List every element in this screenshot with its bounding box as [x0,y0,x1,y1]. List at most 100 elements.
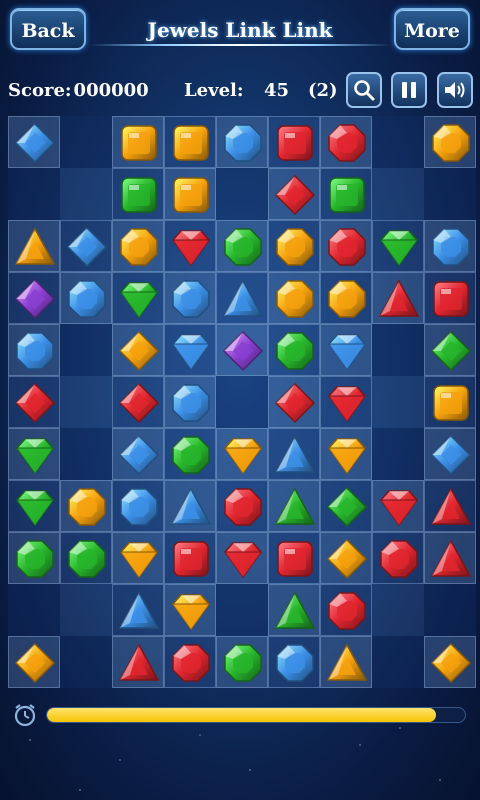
jewel-blue-octagon[interactable] [424,220,476,272]
jewel-orange-square[interactable] [164,116,216,168]
jewel-red-octagon[interactable] [320,220,372,272]
pause-button[interactable] [391,72,427,108]
jewel-green-octagon[interactable] [216,636,268,688]
jewel-red-gem[interactable] [164,220,216,272]
blue-octagon-icon [172,280,210,318]
jewel-blue-diamond[interactable] [8,116,60,168]
sound-icon [445,82,465,98]
jewel-red-octagon[interactable] [320,584,372,636]
jewel-green-diamond[interactable] [424,324,476,376]
green-triangle-icon [274,487,316,525]
jewel-green-triangle[interactable] [268,480,320,532]
jewel-orange-octagon[interactable] [320,272,372,324]
jewel-blue-diamond[interactable] [60,220,112,272]
red-octagon-icon [328,228,366,266]
jewel-orange-square[interactable] [112,116,164,168]
jewel-green-gem[interactable] [8,428,60,480]
jewel-purple-diamond[interactable] [216,324,268,376]
more-button[interactable]: More [394,8,470,50]
jewel-blue-triangle[interactable] [216,272,268,324]
jewel-green-gem[interactable] [112,272,164,324]
jewel-purple-diamond[interactable] [8,272,60,324]
jewel-green-triangle[interactable] [268,584,320,636]
jewel-orange-gem[interactable] [320,428,372,480]
jewel-orange-diamond[interactable] [112,324,164,376]
jewel-green-octagon[interactable] [216,220,268,272]
jewel-red-square[interactable] [164,532,216,584]
jewel-blue-gem[interactable] [164,324,216,376]
orange-triangle-icon [326,643,368,681]
jewel-red-gem[interactable] [216,532,268,584]
jewel-red-octagon[interactable] [372,532,424,584]
jewel-red-gem[interactable] [320,376,372,428]
jewel-orange-gem[interactable] [112,532,164,584]
orange-gem-icon [328,438,366,475]
jewel-green-octagon[interactable] [60,532,112,584]
title-underline [90,44,390,46]
jewel-red-square[interactable] [268,532,320,584]
jewel-orange-diamond[interactable] [320,532,372,584]
jewel-orange-octagon[interactable] [112,220,164,272]
jewel-orange-triangle[interactable] [8,220,60,272]
jewel-orange-octagon[interactable] [268,272,320,324]
jewel-orange-triangle[interactable] [320,636,372,688]
jewel-red-diamond[interactable] [112,376,164,428]
jewel-blue-gem[interactable] [320,324,372,376]
orange-square-icon [173,125,209,161]
jewel-blue-triangle[interactable] [112,584,164,636]
jewel-red-gem[interactable] [372,480,424,532]
jewel-red-triangle[interactable] [424,532,476,584]
blue-diamond-icon [14,122,56,164]
jewel-red-octagon[interactable] [164,636,216,688]
jewel-red-triangle[interactable] [424,480,476,532]
sound-button[interactable] [437,72,473,108]
jewel-orange-gem[interactable] [164,584,216,636]
blue-octagon-icon [276,644,314,682]
jewel-blue-triangle[interactable] [268,428,320,480]
jewel-red-square[interactable] [268,116,320,168]
jewel-blue-octagon[interactable] [8,324,60,376]
jewel-green-square[interactable] [112,168,164,220]
jewel-orange-diamond[interactable] [8,636,60,688]
jewel-green-octagon[interactable] [164,428,216,480]
green-gem-icon [16,490,54,527]
jewel-orange-square[interactable] [424,376,476,428]
jewel-orange-octagon[interactable] [268,220,320,272]
jewel-red-diamond[interactable] [268,168,320,220]
red-diamond-icon [14,382,56,424]
jewel-orange-diamond[interactable] [424,636,476,688]
jewel-red-square[interactable] [424,272,476,324]
jewel-blue-triangle[interactable] [164,480,216,532]
jewel-blue-octagon[interactable] [216,116,268,168]
jewel-blue-octagon[interactable] [164,272,216,324]
back-button[interactable]: Back [10,8,86,50]
jewel-red-octagon[interactable] [320,116,372,168]
jewel-blue-diamond[interactable] [112,428,164,480]
jewel-green-gem[interactable] [8,480,60,532]
jewel-orange-octagon[interactable] [60,480,112,532]
jewel-orange-gem[interactable] [216,428,268,480]
score-value: 000000 [73,80,149,101]
red-octagon-icon [172,644,210,682]
jewel-orange-square[interactable] [164,168,216,220]
jewel-red-triangle[interactable] [372,272,424,324]
blue-triangle-icon [222,279,264,317]
hint-search-button[interactable] [346,72,382,108]
jewel-green-diamond[interactable] [320,480,372,532]
jewel-blue-octagon[interactable] [60,272,112,324]
jewel-blue-octagon[interactable] [112,480,164,532]
pause-icon [402,82,416,98]
jewel-orange-octagon[interactable] [424,116,476,168]
jewel-blue-octagon[interactable] [268,636,320,688]
jewel-green-octagon[interactable] [8,532,60,584]
jewel-blue-octagon[interactable] [164,376,216,428]
jewel-green-octagon[interactable] [268,324,320,376]
jewel-green-square[interactable] [320,168,372,220]
jewel-red-triangle[interactable] [112,636,164,688]
jewel-red-octagon[interactable] [216,480,268,532]
jewel-red-diamond[interactable] [268,376,320,428]
jewel-green-gem[interactable] [372,220,424,272]
jewel-blue-diamond[interactable] [424,428,476,480]
jewel-red-diamond[interactable] [8,376,60,428]
empty-cell [60,584,112,636]
